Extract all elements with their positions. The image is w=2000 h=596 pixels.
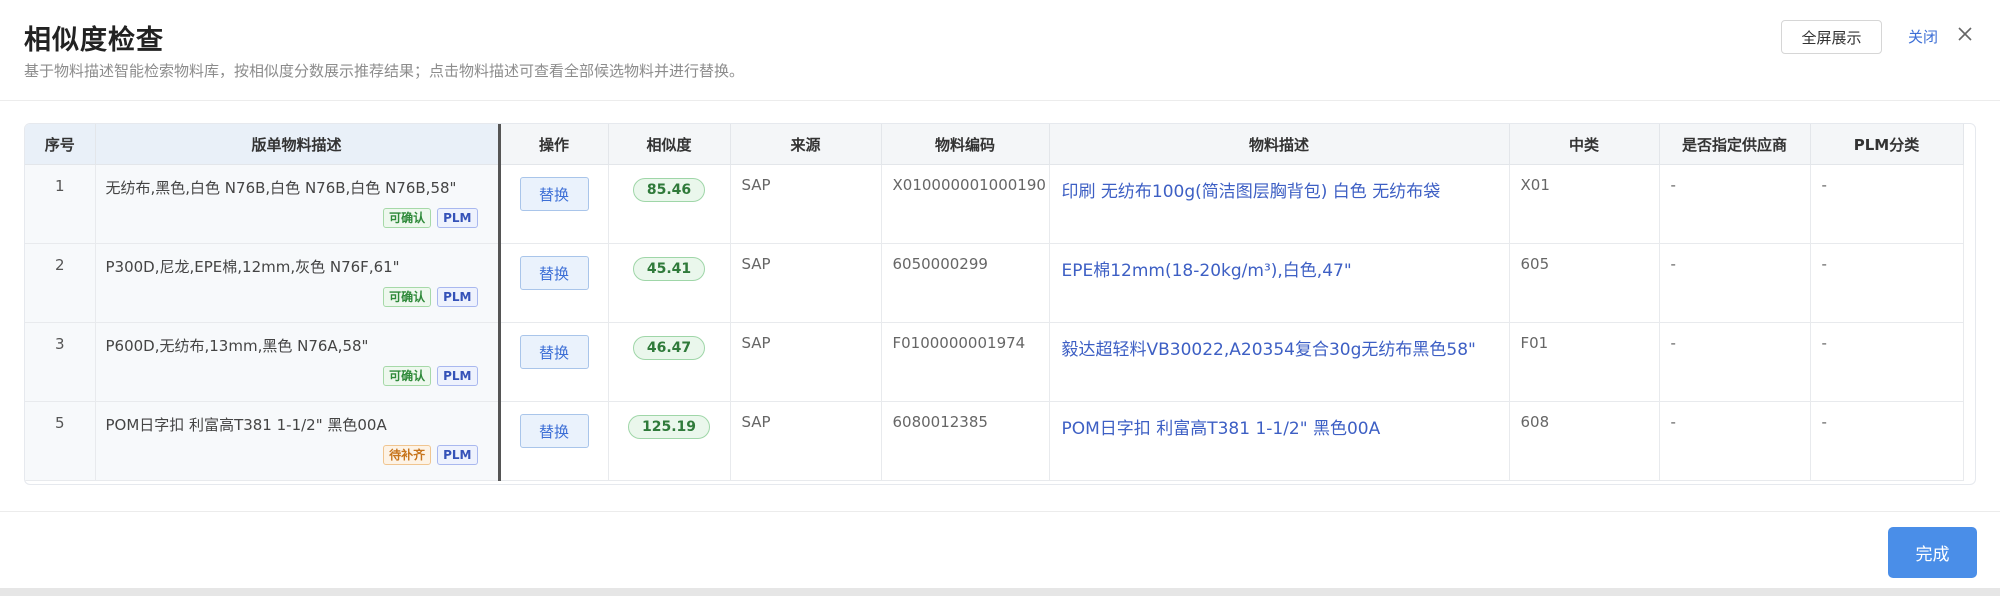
table-header-row: 序号 版单物料描述 操作 相似度 来源 物料编码 物料描述 中类 是否指定供应商… <box>25 124 1964 165</box>
code-cell: F0100000001974 <box>881 322 1050 402</box>
dialog-header: 相似度检查 基于物料描述智能检索物料库，按相似度分数展示推荐结果；点击物料描述可… <box>0 0 2000 101</box>
category-cell: 605 <box>1509 243 1660 323</box>
tag-group: 可确认 PLM <box>383 366 478 386</box>
code-cell: 6080012385 <box>881 401 1050 481</box>
category-cell: X01 <box>1509 164 1660 244</box>
code-cell: X010000001000190 <box>881 164 1050 244</box>
background-page-edge <box>0 588 2000 596</box>
action-cell: 替换 <box>499 322 609 402</box>
dialog-subtitle: 基于物料描述智能检索物料库，按相似度分数展示推荐结果；点击物料描述可查看全部候选… <box>24 62 745 80</box>
header-plm: PLM分类 <box>1810 124 1964 165</box>
material-desc-link[interactable]: 印刷 无纺布100g(简洁图层胸背包) 白色 无纺布袋 <box>1049 164 1510 244</box>
plm-cell: - <box>1810 243 1964 323</box>
plm-tag: PLM <box>437 208 478 228</box>
source-cell: SAP <box>730 401 882 481</box>
bom-desc-text: P600D,无纺布,13mm,黑色 N76A,58" <box>105 337 369 355</box>
bom-desc-text: POM日字扣 利富高T381 1-1/2" 黑色00A <box>105 416 387 434</box>
dialog-title: 相似度检查 <box>24 25 164 56</box>
header-no: 序号 <box>25 124 96 165</box>
table-row: 2 P300D,尼龙,EPE棉,12mm,灰色 N76F,61" 可确认 PLM… <box>25 243 1964 323</box>
source-cell: SAP <box>730 243 882 323</box>
similarity-score-badge: 125.19 <box>627 415 711 439</box>
status-tag: 可确认 <box>383 366 432 386</box>
tag-group: 待补齐 PLM <box>383 445 478 465</box>
similarity-score-badge: 46.47 <box>632 336 706 360</box>
header-bom-desc: 版单物料描述 <box>95 124 501 165</box>
bom-desc-cell: P300D,尼龙,EPE棉,12mm,灰色 N76F,61" 可确认 PLM <box>95 243 501 323</box>
category-cell: F01 <box>1509 322 1660 402</box>
row-no: 1 <box>25 164 96 244</box>
header-category: 中类 <box>1509 124 1660 165</box>
bom-desc-text: 无纺布,黑色,白色 N76B,白色 N76B,白色 N76B,58" <box>105 179 457 197</box>
dialog-footer-divider <box>0 511 2000 512</box>
table-row: 1 无纺布,黑色,白色 N76B,白色 N76B,白色 N76B,58" 可确认… <box>25 164 1964 244</box>
plm-cell: - <box>1810 401 1964 481</box>
tag-group: 可确认 PLM <box>383 208 478 228</box>
designated-supplier-cell: - <box>1659 164 1811 244</box>
bom-desc-cell: 无纺布,黑色,白色 N76B,白色 N76B,白色 N76B,58" 可确认 P… <box>95 164 501 244</box>
score-cell: 125.19 <box>608 401 731 481</box>
category-cell: 608 <box>1509 401 1660 481</box>
similarity-score-badge: 85.46 <box>632 178 706 202</box>
status-tag: 待补齐 <box>383 445 432 465</box>
bom-desc-cell: POM日字扣 利富高T381 1-1/2" 黑色00A 待补齐 PLM <box>95 401 501 481</box>
header-source: 来源 <box>730 124 882 165</box>
status-tag: 可确认 <box>383 208 432 228</box>
score-cell: 45.41 <box>608 243 731 323</box>
row-no: 2 <box>25 243 96 323</box>
similarity-score-badge: 45.41 <box>632 257 706 281</box>
header-action: 操作 <box>499 124 609 165</box>
row-no: 3 <box>25 322 96 402</box>
action-cell: 替换 <box>499 401 609 481</box>
fullscreen-button[interactable]: 全屏展示 <box>1781 20 1882 54</box>
table-row: 5 POM日字扣 利富高T381 1-1/2" 黑色00A 待补齐 PLM 替换… <box>25 401 1964 481</box>
header-designated-supplier: 是否指定供应商 <box>1659 124 1811 165</box>
score-cell: 46.47 <box>608 322 731 402</box>
close-link[interactable]: 关闭 <box>1908 26 1938 47</box>
source-cell: SAP <box>730 322 882 402</box>
material-desc-link[interactable]: EPE棉12mm(18-20kg/m³),白色,47" <box>1049 243 1510 323</box>
replace-button[interactable]: 替换 <box>519 414 589 448</box>
source-cell: SAP <box>730 164 882 244</box>
replace-button[interactable]: 替换 <box>519 256 589 290</box>
material-desc-link[interactable]: 毅达超轻料VB30022,A20354复合30g无纺布黑色58" <box>1049 322 1510 402</box>
designated-supplier-cell: - <box>1659 322 1811 402</box>
material-desc-link[interactable]: POM日字扣 利富高T381 1-1/2" 黑色00A <box>1049 401 1510 481</box>
header-code: 物料编码 <box>881 124 1050 165</box>
header-material-desc: 物料描述 <box>1049 124 1510 165</box>
done-button[interactable]: 完成 <box>1888 527 1977 578</box>
code-cell: 6050000299 <box>881 243 1050 323</box>
replace-button[interactable]: 替换 <box>519 177 589 211</box>
close-icon[interactable] <box>1956 25 1974 43</box>
plm-tag: PLM <box>437 445 478 465</box>
status-tag: 可确认 <box>383 287 432 307</box>
replace-button[interactable]: 替换 <box>519 335 589 369</box>
designated-supplier-cell: - <box>1659 401 1811 481</box>
bom-desc-text: P300D,尼龙,EPE棉,12mm,灰色 N76F,61" <box>105 258 400 276</box>
designated-supplier-cell: - <box>1659 243 1811 323</box>
similarity-check-dialog: 相似度检查 基于物料描述智能检索物料库，按相似度分数展示推荐结果；点击物料描述可… <box>0 0 2000 596</box>
action-cell: 替换 <box>499 164 609 244</box>
action-cell: 替换 <box>499 243 609 323</box>
row-no: 5 <box>25 401 96 481</box>
bom-desc-cell: P600D,无纺布,13mm,黑色 N76A,58" 可确认 PLM <box>95 322 501 402</box>
tag-group: 可确认 PLM <box>383 287 478 307</box>
header-score: 相似度 <box>608 124 731 165</box>
similarity-table: 序号 版单物料描述 操作 相似度 来源 物料编码 物料描述 中类 是否指定供应商… <box>24 123 1976 485</box>
plm-cell: - <box>1810 164 1964 244</box>
plm-tag: PLM <box>437 287 478 307</box>
plm-cell: - <box>1810 322 1964 402</box>
score-cell: 85.46 <box>608 164 731 244</box>
table-row: 3 P600D,无纺布,13mm,黑色 N76A,58" 可确认 PLM 替换 … <box>25 322 1964 402</box>
plm-tag: PLM <box>437 366 478 386</box>
